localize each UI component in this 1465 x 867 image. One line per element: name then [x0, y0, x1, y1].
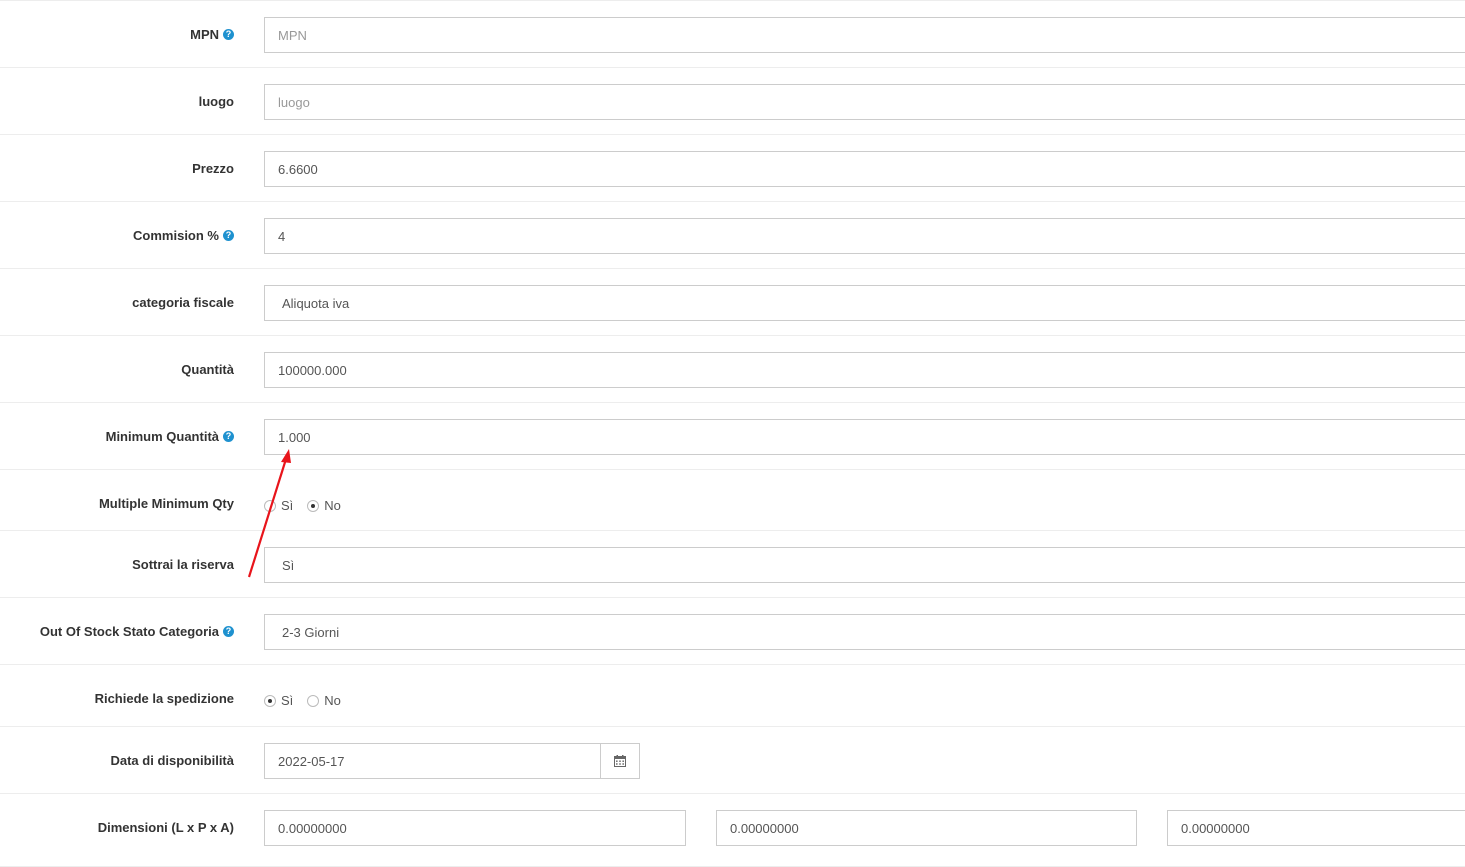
out-of-stock-select[interactable]: 2-3 Giorni	[264, 614, 1465, 650]
dimensione-profondita-input[interactable]: 0.00000000	[716, 810, 1137, 846]
row-quantita: Quantità 100000.000	[0, 335, 1465, 402]
label-sottrai-riserva: Sottrai la riserva	[132, 557, 234, 572]
row-multiple-min-qty: Multiple Minimum Qty Sì No	[0, 469, 1465, 530]
row-richiede-spedizione: Richiede la spedizione Sì No	[0, 664, 1465, 726]
label-mpn: MPN ?	[190, 27, 234, 42]
label-quantita: Quantità	[181, 362, 234, 377]
row-sottrai-riserva: Sottrai la riserva Sì	[0, 530, 1465, 597]
help-icon[interactable]: ?	[223, 230, 234, 241]
quantita-input[interactable]: 100000.000	[264, 352, 1465, 388]
categoria-fiscale-select[interactable]: Aliquota iva	[264, 285, 1465, 321]
row-prezzo: Prezzo 6.6600	[0, 134, 1465, 201]
label-out-of-stock: Out Of Stock Stato Categoria ?	[40, 624, 234, 639]
help-icon[interactable]: ?	[223, 29, 234, 40]
dimensione-lunghezza-input[interactable]: 0.00000000	[264, 810, 686, 846]
multiple-min-qty-radios: Sì No	[264, 498, 355, 513]
row-categoria-fiscale: categoria fiscale Aliquota iva	[0, 268, 1465, 335]
label-categoria-fiscale: categoria fiscale	[132, 295, 234, 310]
row-dimensioni: Dimensioni (L x P x A) 0.00000000 0.0000…	[0, 793, 1465, 867]
prezzo-input[interactable]: 6.6600	[264, 151, 1465, 187]
radio-option-no[interactable]: No	[307, 693, 341, 708]
label-dimensioni: Dimensioni (L x P x A)	[97, 820, 234, 835]
richiede-spedizione-radios: Sì No	[264, 693, 355, 708]
mpn-input[interactable]: MPN	[264, 17, 1465, 53]
radio-option-si[interactable]: Sì	[264, 693, 293, 708]
radio-option-no[interactable]: No	[307, 498, 341, 513]
calendar-button[interactable]	[600, 743, 640, 779]
commision-input[interactable]: 4	[264, 218, 1465, 254]
label-luogo: luogo	[198, 94, 234, 109]
label-prezzo: Prezzo	[192, 161, 234, 176]
row-commision: Commision % ? 4	[0, 201, 1465, 268]
help-icon[interactable]: ?	[223, 431, 234, 442]
calendar-icon	[614, 755, 626, 767]
radio-option-si[interactable]: Sì	[264, 498, 293, 513]
min-quantita-input[interactable]: 1.000	[264, 419, 1465, 455]
row-data-disponibilita: Data di disponibilità 2022-05-17	[0, 726, 1465, 793]
dimensione-altezza-input[interactable]: 0.00000000	[1167, 810, 1465, 846]
label-commision: Commision % ?	[133, 228, 234, 243]
row-min-quantita: Minimum Quantità ? 1.000	[0, 402, 1465, 469]
radio-si[interactable]	[264, 499, 276, 512]
row-mpn: MPN ? MPN	[0, 0, 1465, 67]
row-luogo: luogo luogo	[0, 67, 1465, 134]
luogo-input[interactable]: luogo	[264, 84, 1465, 120]
label-min-quantita: Minimum Quantità ?	[106, 429, 234, 444]
radio-si[interactable]	[264, 694, 276, 707]
radio-no[interactable]	[307, 499, 320, 512]
sottrai-riserva-select[interactable]: Sì	[264, 547, 1465, 583]
radio-no[interactable]	[307, 694, 320, 707]
label-data-disponibilita: Data di disponibilità	[110, 753, 234, 768]
row-out-of-stock: Out Of Stock Stato Categoria ? 2-3 Giorn…	[0, 597, 1465, 664]
help-icon[interactable]: ?	[223, 626, 234, 637]
label-multiple-min-qty: Multiple Minimum Qty	[98, 496, 234, 511]
label-richiede-spedizione: Richiede la spedizione	[94, 691, 234, 706]
data-disponibilita-input[interactable]: 2022-05-17	[264, 743, 601, 779]
